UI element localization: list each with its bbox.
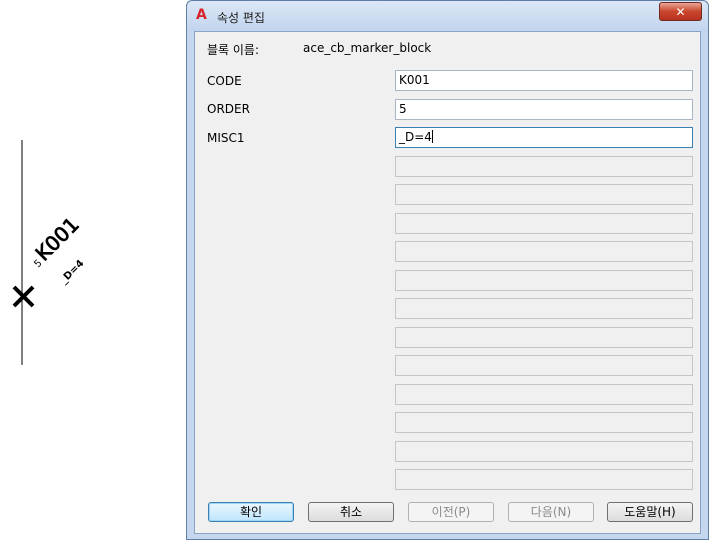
- empty-attribute-field: [395, 469, 693, 490]
- dialog-title: 속성 편집: [217, 11, 265, 25]
- close-button[interactable]: ✕: [659, 2, 702, 21]
- edit-attributes-dialog: A 속성 편집 ✕ 블록 이름: ace_cb_marker_block COD…: [186, 0, 709, 540]
- empty-attribute-field: [395, 156, 693, 177]
- ok-button[interactable]: 확인: [208, 502, 294, 522]
- dialog-body: 블록 이름: ace_cb_marker_block CODE K001 ORD…: [194, 31, 701, 534]
- attribute-label-code: CODE: [207, 74, 242, 88]
- misc1-field-value: _D=4: [399, 130, 432, 144]
- help-button[interactable]: 도움말(H): [607, 502, 693, 522]
- attribute-label-order: ORDER: [207, 102, 250, 116]
- empty-attribute-field: [395, 412, 693, 433]
- dialog-titlebar[interactable]: A 속성 편집 ✕: [187, 1, 708, 31]
- order-field[interactable]: 5: [395, 99, 693, 120]
- drawing-canvas[interactable]: 5 K001 _D=4: [0, 0, 185, 542]
- empty-attribute-field: [395, 241, 693, 262]
- empty-attribute-field: [395, 270, 693, 291]
- misc1-field[interactable]: _D=4: [395, 127, 693, 148]
- cancel-button[interactable]: 취소: [308, 502, 394, 522]
- empty-attribute-field: [395, 298, 693, 319]
- empty-attribute-field: [395, 213, 693, 234]
- block-name-label: 블록 이름:: [207, 43, 260, 57]
- next-button[interactable]: 다음(N): [508, 502, 594, 522]
- previous-button[interactable]: 이전(P): [408, 502, 494, 522]
- empty-attribute-field: [395, 355, 693, 376]
- text-caret: [431, 130, 433, 143]
- close-icon: ✕: [675, 5, 686, 19]
- empty-attribute-field: [395, 184, 693, 205]
- code-field[interactable]: K001: [395, 70, 693, 91]
- order-field-value: 5: [399, 102, 407, 116]
- attribute-misc-text: _D=4: [58, 258, 86, 286]
- empty-attribute-field: [395, 327, 693, 348]
- attribute-code-text: K001: [31, 212, 84, 265]
- block-name-value: ace_cb_marker_block: [303, 41, 432, 55]
- empty-attribute-field: [395, 384, 693, 405]
- empty-attribute-field: [395, 441, 693, 462]
- drawing-svg: 5 K001 _D=4: [12, 140, 86, 365]
- attribute-label-misc1: MISC1: [207, 131, 245, 145]
- autocad-logo-icon: A: [196, 7, 207, 23]
- x-marker-icon[interactable]: [12, 285, 35, 308]
- code-field-value: K001: [399, 73, 430, 87]
